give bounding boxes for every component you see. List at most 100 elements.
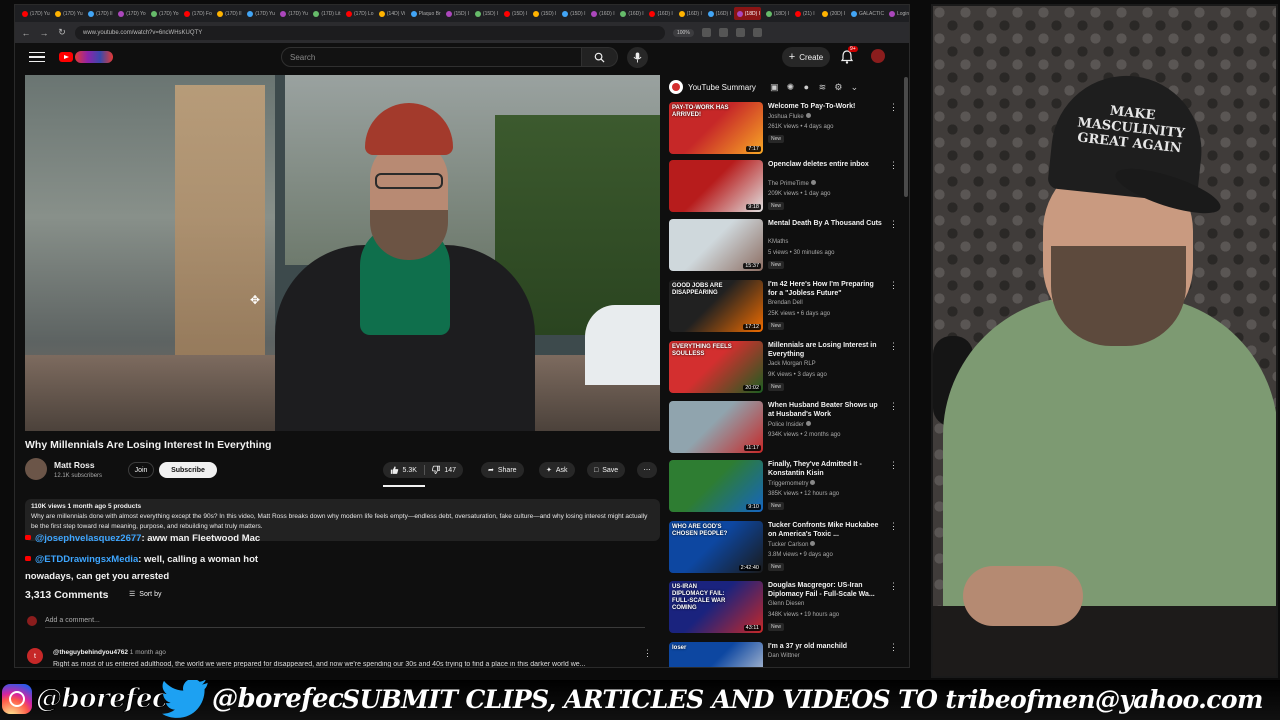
related-video-channel[interactable]: The PrimeTime <box>768 180 816 187</box>
related-video-channel[interactable]: Dan Wittner <box>768 653 800 659</box>
related-video-item[interactable]: loser I'm a 37 yr old manchild Dan Wittner… <box>669 640 899 667</box>
related-video-item[interactable]: WHO ARE GOD'S CHOSEN PEOPLE? 2:42:40 Tucke… <box>669 519 899 575</box>
zoom-indicator[interactable]: 100% <box>673 28 694 37</box>
account-avatar[interactable] <box>871 49 885 63</box>
item-menu-icon[interactable]: ⋮ <box>889 581 898 592</box>
browser-tab[interactable]: (16D) I <box>676 7 703 20</box>
related-video-title[interactable]: Millennials are Losing Interest in Every… <box>768 341 883 359</box>
browser-tab[interactable]: (21) I <box>792 7 817 20</box>
browser-tab[interactable]: (18D) I <box>733 7 761 20</box>
browser-tab[interactable]: (15D) I <box>443 7 470 20</box>
related-video-title[interactable]: Tucker Confronts Mike Huckabee on Americ… <box>768 521 883 539</box>
related-video-title[interactable]: I'm a 37 yr old manchild <box>768 642 883 651</box>
browser-tab[interactable]: (17D) Yo <box>115 7 146 20</box>
video-thumbnail[interactable]: loser <box>669 642 763 667</box>
channel-label[interactable]: The PrimeTime <box>768 181 809 187</box>
browser-tab[interactable]: (16D) I <box>588 7 615 20</box>
thumbs-up-icon[interactable] <box>390 465 399 475</box>
chevron-down-icon[interactable]: ⌄ <box>849 82 860 93</box>
video-thumbnail[interactable]: 11:17 <box>669 401 763 453</box>
related-video-channel[interactable]: Glenn Diesen <box>768 601 804 607</box>
channel-name[interactable]: Matt Ross <box>54 460 95 470</box>
commenter-avatar[interactable]: t <box>27 648 43 664</box>
channel-label[interactable]: Brendan Dell <box>768 300 803 306</box>
related-video-title[interactable]: Finally, They've Admitted It - Konstanti… <box>768 460 883 478</box>
browser-tab[interactable]: (15D) I <box>472 7 499 20</box>
browser-tab[interactable]: (17D) Il <box>214 7 242 20</box>
scrollbar[interactable] <box>904 77 908 197</box>
browser-tab[interactable]: (17D) Fo <box>181 7 212 20</box>
channel-label[interactable]: Police Insider <box>768 422 804 428</box>
video-thumbnail[interactable]: 9:18 <box>669 160 763 212</box>
related-video-channel[interactable]: Jack Morgan RLP <box>768 361 816 367</box>
waveform-icon[interactable]: ≋ <box>817 82 828 93</box>
related-video-item[interactable]: 9:10 Finally, They've Admitted It - Konst… <box>669 458 899 514</box>
browser-tab[interactable]: (15D) I <box>501 7 528 20</box>
related-video-item[interactable]: EVERYTHING FEELS SOULLESS 20:02 Millennial… <box>669 339 899 395</box>
browser-tab[interactable]: Login <box>886 7 909 20</box>
back-icon[interactable]: ← <box>21 28 31 38</box>
related-video-item[interactable]: PAY-TO-WORK HAS ARRIVED! 7:17 Welcome To P… <box>669 100 899 156</box>
browser-tab[interactable]: (14D) Vi <box>376 7 406 20</box>
channel-label[interactable]: Joshua Fluke <box>768 114 804 120</box>
related-video-channel[interactable]: Brendan Dell <box>768 300 803 306</box>
item-menu-icon[interactable]: ⋮ <box>889 341 898 352</box>
item-menu-icon[interactable]: ⋮ <box>889 219 898 230</box>
voice-search-button[interactable] <box>627 47 648 68</box>
browser-tab[interactable]: (16D) I <box>617 7 644 20</box>
related-video-channel[interactable]: KMaths <box>768 239 788 245</box>
related-video-item[interactable]: 9:18 Openclaw deletes entire inbox The Pri… <box>669 158 899 214</box>
browser-tab[interactable]: (20D) I <box>819 7 846 20</box>
video-thumbnail[interactable]: PAY-TO-WORK HAS ARRIVED! 7:17 <box>669 102 763 154</box>
video-thumbnail[interactable]: 9:10 <box>669 460 763 512</box>
video-thumbnail[interactable]: EVERYTHING FEELS SOULLESS 20:02 <box>669 341 763 393</box>
video-thumbnail[interactable]: WHO ARE GOD'S CHOSEN PEOPLE? 2:42:40 <box>669 521 763 573</box>
video-thumbnail[interactable]: US-IRAN DIPLOMACY FAIL: FULL-SCALE WAR C… <box>669 581 763 633</box>
channel-label[interactable]: Jack Morgan RLP <box>768 361 816 367</box>
ai-icon[interactable]: ● <box>801 82 812 93</box>
extension-icon[interactable] <box>701 28 711 37</box>
ask-button[interactable]: ✦ Ask <box>539 462 575 478</box>
extension-icon[interactable] <box>718 28 728 37</box>
camera-icon[interactable]: ▣ <box>769 82 780 93</box>
browser-tab[interactable]: (15D) I <box>559 7 586 20</box>
browser-tab[interactable]: (17D) Lo <box>343 7 374 20</box>
related-video-channel[interactable]: Triggernometry <box>768 480 816 487</box>
related-video-item[interactable]: 15:37 Mental Death By A Thousand Cuts KMat… <box>669 217 899 273</box>
item-menu-icon[interactable]: ⋮ <box>889 401 898 412</box>
browser-tab[interactable]: (17D) Il <box>85 7 113 20</box>
channel-label[interactable]: Triggernometry <box>768 481 808 487</box>
browser-tab[interactable]: (17D) Yu <box>277 7 308 20</box>
browser-tab[interactable]: (17D) Yu <box>19 7 50 20</box>
youtube-logo[interactable] <box>59 50 115 64</box>
item-menu-icon[interactable]: ⋮ <box>889 460 898 471</box>
related-video-title[interactable]: Mental Death By A Thousand Cuts <box>768 219 883 228</box>
related-video-item[interactable]: GOOD JOBS ARE DISAPPEARING 17:12 I'm 42 He… <box>669 278 899 334</box>
video-thumbnail[interactable]: GOOD JOBS ARE DISAPPEARING 17:12 <box>669 280 763 332</box>
comment-menu-icon[interactable]: ⋮ <box>643 648 652 659</box>
reload-icon[interactable]: ↻ <box>57 27 67 38</box>
video-player[interactable]: ✥ <box>25 75 660 431</box>
channel-label[interactable]: KMaths <box>768 239 788 245</box>
browser-tab[interactable]: (17D) Yu <box>52 7 83 20</box>
save-button[interactable]: □ Save <box>587 462 626 478</box>
related-video-channel[interactable]: Police Insider <box>768 421 812 428</box>
forward-icon[interactable]: → <box>39 28 49 38</box>
add-comment-input[interactable]: Add a comment... <box>45 617 645 628</box>
browser-tab[interactable]: (15D) I <box>530 7 557 20</box>
browser-tab[interactable]: GALACTIC <box>848 7 884 20</box>
profile-icon[interactable] <box>752 28 762 37</box>
url-field[interactable]: www.youtube.com/watch?v=6ncWHsKUQTY <box>75 25 665 40</box>
item-menu-icon[interactable]: ⋮ <box>889 521 898 532</box>
openai-icon[interactable]: ✺ <box>785 82 796 93</box>
thumbs-down-icon[interactable] <box>431 465 441 475</box>
like-count[interactable]: 5.3K <box>403 467 417 474</box>
related-video-title[interactable]: Welcome To Pay-To-Work! <box>768 102 883 111</box>
search-input[interactable]: Search <box>281 47 582 67</box>
sort-comments-button[interactable]: ☰ Sort by <box>129 590 161 599</box>
settings-gear-icon[interactable]: ⚙ <box>833 82 844 93</box>
more-actions-button[interactable]: ⋯ <box>637 462 657 478</box>
related-video-item[interactable]: US-IRAN DIPLOMACY FAIL: FULL-SCALE WAR C… <box>669 579 899 635</box>
comment-username[interactable]: @theguybehindyou4762 <box>53 649 128 656</box>
item-menu-icon[interactable]: ⋮ <box>889 102 898 113</box>
